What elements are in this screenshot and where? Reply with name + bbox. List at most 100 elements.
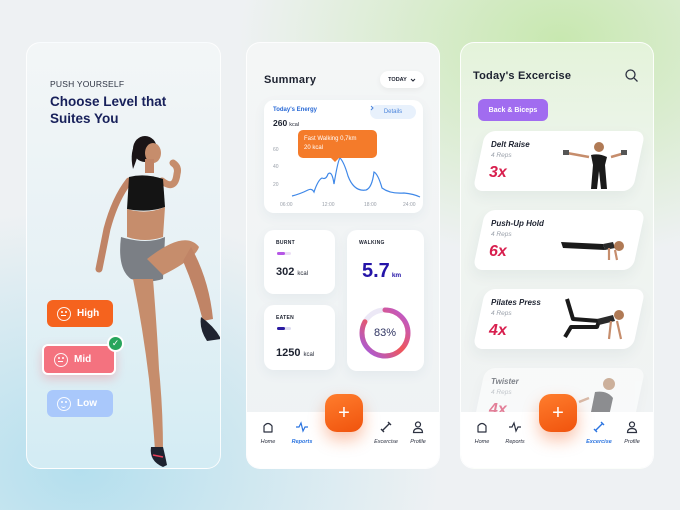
burnt-unit: kcal	[297, 271, 309, 277]
exercise-reps: 4 Reps	[491, 310, 512, 317]
x-tick: 18:00	[364, 202, 377, 208]
activity-icon	[296, 421, 308, 433]
eaten-progress-track	[277, 327, 291, 330]
activity-icon	[509, 421, 521, 433]
chevron-down-icon	[410, 78, 416, 82]
period-dropdown[interactable]: TODAY	[380, 71, 424, 88]
y-tick: 60	[273, 147, 279, 153]
nav-profile-label: Profile	[624, 439, 640, 445]
tooltip-line-2: 20 kcal	[304, 144, 324, 151]
chart-tooltip: Fast Walking 0,7km 20 kcal	[298, 130, 377, 162]
level-selection-screen: PUSH YOURSELF Choose Level that Suites Y…	[26, 42, 221, 469]
x-tick: 06:00	[280, 202, 293, 208]
walking-label: WALKING	[359, 240, 385, 246]
nav-home-label: Home	[260, 439, 276, 445]
screen-title: Today's Excercise	[473, 70, 572, 82]
level-mid-button[interactable]: Mid	[42, 344, 116, 375]
athlete-image	[95, 136, 220, 467]
y-tick: 40	[273, 164, 279, 170]
eaten-unit: kcal	[303, 352, 315, 358]
eyebrow-text: PUSH YOURSELF	[50, 79, 125, 89]
exercise-reps: 4 Reps	[491, 231, 512, 238]
walking-percent: 83%	[373, 327, 397, 339]
exercise-card[interactable]: Push-Up Hold 4 Reps 6x	[472, 210, 646, 270]
exercise-reps: 4 Reps	[491, 389, 512, 396]
exercise-sets: 4x	[489, 322, 507, 339]
level-high-label: High	[77, 308, 100, 319]
energy-series-line	[291, 157, 421, 198]
walking-value: 5.7 km	[362, 260, 401, 283]
exercise-sets: 3x	[489, 164, 507, 181]
category-chip[interactable]: Back & Biceps	[478, 99, 548, 121]
exercise-sets: 6x	[489, 243, 507, 260]
eaten-card: EATEN 1250 kcal	[264, 305, 335, 370]
burnt-label: BURNT	[276, 240, 295, 246]
home-icon	[263, 422, 273, 433]
add-button[interactable]: +	[325, 394, 363, 432]
exercise-name: Delt Raise	[491, 140, 530, 149]
exercise-reps: 4 Reps	[491, 152, 512, 159]
home-icon	[477, 422, 487, 433]
nav-reports-label: Reports	[505, 439, 525, 445]
level-mid-label: Mid	[74, 354, 92, 365]
eaten-label: EATEN	[276, 315, 295, 321]
energy-card: Today's Energy 260 kcal Details 60 40 20 …	[264, 100, 423, 213]
push-up-figure	[561, 241, 624, 261]
exercise-name: Pilates Press	[491, 298, 541, 307]
walking-card: WALKING 5.7 km 83%	[347, 230, 424, 371]
nav-home-label: Home	[474, 439, 490, 445]
neutral-face-icon	[54, 352, 68, 367]
nav-reports-label: Reports	[291, 439, 313, 445]
nav-profile[interactable]: Profile	[615, 420, 649, 445]
period-label: TODAY	[388, 76, 407, 83]
burnt-value: 302 kcal	[276, 266, 308, 278]
eaten-value: 1250 kcal	[276, 347, 314, 359]
tooltip-line-1: Fast Walking 0,7km	[304, 136, 357, 142]
level-low-label: Low	[77, 398, 97, 409]
user-icon	[626, 421, 638, 434]
nav-profile[interactable]: Profile	[401, 420, 435, 445]
burnt-progress-track	[277, 252, 291, 255]
screen-title: Choose Level that Suites You	[50, 94, 167, 126]
smile-face-icon	[57, 396, 71, 411]
walking-unit: km	[391, 272, 402, 279]
x-tick: 24:00	[403, 202, 416, 208]
exercise-screen: Today's Excercise Back & Biceps Delt Rai…	[460, 42, 654, 469]
walking-number: 5.7	[362, 260, 390, 282]
nav-home[interactable]: Home	[465, 420, 499, 445]
neutral-face-icon	[57, 306, 71, 321]
nav-profile-label: Profile	[410, 439, 426, 445]
nav-home[interactable]: Home	[251, 420, 285, 445]
nav-reports[interactable]: Reports	[285, 420, 319, 445]
user-icon	[412, 421, 424, 434]
x-tick: 12:00	[322, 202, 335, 208]
delt-raise-figure	[563, 142, 627, 189]
dumbbell-icon	[593, 421, 605, 433]
eaten-number: 1250	[276, 347, 301, 359]
burnt-card: BURNT 302 kcal	[264, 230, 335, 294]
search-icon[interactable]	[624, 68, 639, 83]
nav-exercise[interactable]: Excercise	[369, 420, 403, 445]
nav-reports[interactable]: Reports	[498, 420, 532, 445]
exercise-card[interactable]: Pilates Press 4 Reps 4x	[472, 289, 646, 349]
y-tick: 20	[273, 182, 279, 188]
exercise-name: Twister	[491, 377, 519, 386]
dumbbell-icon	[380, 421, 392, 433]
level-high-button[interactable]: High	[47, 300, 113, 327]
burnt-progress-fill	[277, 252, 286, 255]
selected-check-icon: ✓	[107, 335, 124, 352]
exercise-name: Push-Up Hold	[491, 219, 544, 228]
bottom-nav: Home Reports + Excercise Profile	[247, 394, 439, 468]
nav-exercise-label: Excercise	[374, 439, 398, 445]
exercise-card[interactable]: Delt Raise 4 Reps 3x	[472, 131, 646, 191]
screen-title: Summary	[264, 74, 317, 86]
burnt-number: 302	[276, 266, 295, 278]
add-button[interactable]: +	[539, 394, 577, 432]
nav-exercise-label: Excercise	[586, 439, 612, 445]
nav-exercise[interactable]: Excercise	[582, 420, 616, 445]
level-low-button[interactable]: Low	[47, 390, 113, 417]
pilates-press-figure	[563, 298, 624, 340]
summary-screen: Summary TODAY Today's Energy 260 kcal Det…	[246, 42, 440, 469]
bottom-nav: Home Reports + Excercise Profile	[461, 394, 653, 468]
eaten-progress-fill	[277, 327, 286, 330]
